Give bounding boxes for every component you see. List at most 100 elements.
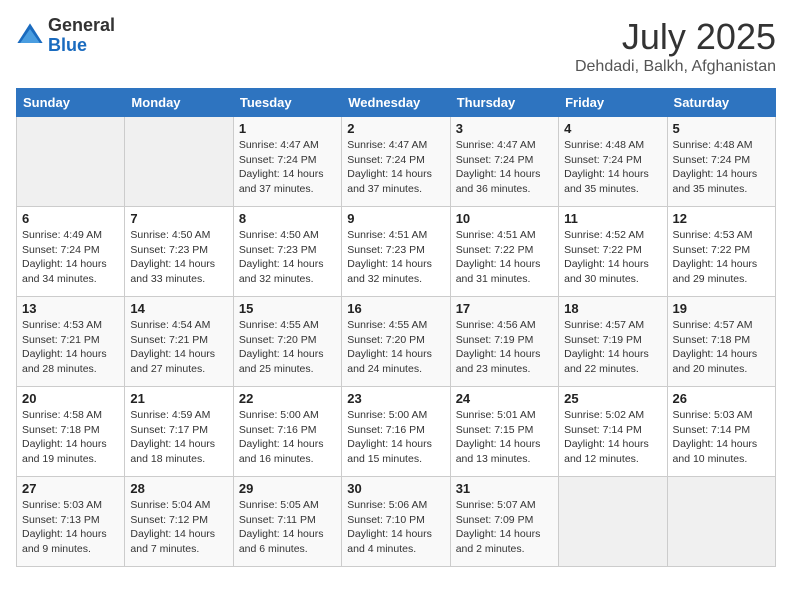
day-number: 20: [22, 391, 119, 406]
day-number: 11: [564, 211, 661, 226]
weekday-header: Tuesday: [233, 89, 341, 117]
logo-blue: Blue: [48, 35, 87, 55]
day-info: Sunrise: 5:01 AM Sunset: 7:15 PM Dayligh…: [456, 408, 553, 467]
day-info: Sunrise: 5:03 AM Sunset: 7:13 PM Dayligh…: [22, 498, 119, 557]
day-info: Sunrise: 4:50 AM Sunset: 7:23 PM Dayligh…: [130, 228, 227, 287]
calendar-cell: 26 Sunrise: 5:03 AM Sunset: 7:14 PM Dayli…: [667, 387, 775, 477]
logo-icon: [16, 22, 44, 50]
weekday-header: Wednesday: [342, 89, 450, 117]
calendar-cell: 15 Sunrise: 4:55 AM Sunset: 7:20 PM Dayli…: [233, 297, 341, 387]
day-info: Sunrise: 4:54 AM Sunset: 7:21 PM Dayligh…: [130, 318, 227, 377]
calendar-cell: 31 Sunrise: 5:07 AM Sunset: 7:09 PM Dayli…: [450, 477, 558, 567]
day-info: Sunrise: 4:56 AM Sunset: 7:19 PM Dayligh…: [456, 318, 553, 377]
calendar-cell: 21Sunrise: 4:59 AM Sunset: 7:17 PM Dayli…: [125, 387, 233, 477]
day-number: 26: [673, 391, 770, 406]
day-number: 15: [239, 301, 336, 316]
calendar-header: SundayMondayTuesdayWednesdayThursdayFrid…: [17, 89, 776, 117]
calendar-body: 1 Sunrise: 4:47 AM Sunset: 7:24 PM Daylig…: [17, 117, 776, 567]
day-number: 1: [239, 121, 336, 136]
day-info: Sunrise: 4:51 AM Sunset: 7:23 PM Dayligh…: [347, 228, 444, 287]
calendar-cell: 27 Sunrise: 5:03 AM Sunset: 7:13 PM Dayli…: [17, 477, 125, 567]
calendar-cell: 13 Sunrise: 4:53 AM Sunset: 7:21 PM Dayli…: [17, 297, 125, 387]
calendar-cell: 7 Sunrise: 4:50 AM Sunset: 7:23 PM Daylig…: [125, 207, 233, 297]
calendar-cell: 30 Sunrise: 5:06 AM Sunset: 7:10 PM Dayli…: [342, 477, 450, 567]
calendar-cell: 5 Sunrise: 4:48 AM Sunset: 7:24 PM Daylig…: [667, 117, 775, 207]
day-info: Sunrise: 4:55 AM Sunset: 7:20 PM Dayligh…: [239, 318, 336, 377]
weekday-header: Saturday: [667, 89, 775, 117]
calendar-week-row: 20 Sunrise: 4:58 AM Sunset: 7:18 PM Dayli…: [17, 387, 776, 477]
day-number: 9: [347, 211, 444, 226]
day-info: Sunrise: 5:00 AM Sunset: 7:16 PM Dayligh…: [347, 408, 444, 467]
calendar-week-row: 13 Sunrise: 4:53 AM Sunset: 7:21 PM Dayli…: [17, 297, 776, 387]
day-number: 8: [239, 211, 336, 226]
calendar-cell: 2Sunrise: 4:47 AM Sunset: 7:24 PM Daylig…: [342, 117, 450, 207]
day-number: 3: [456, 121, 553, 136]
day-info: Sunrise: 4:48 AM Sunset: 7:24 PM Dayligh…: [673, 138, 770, 197]
weekday-header: Friday: [559, 89, 667, 117]
day-info: Sunrise: 5:06 AM Sunset: 7:10 PM Dayligh…: [347, 498, 444, 557]
day-info: Sunrise: 5:07 AM Sunset: 7:09 PM Dayligh…: [456, 498, 553, 557]
calendar-cell: 24 Sunrise: 5:01 AM Sunset: 7:15 PM Dayli…: [450, 387, 558, 477]
calendar-cell: 1Sunrise: 4:47 AM Sunset: 7:24 PM Daylig…: [233, 117, 341, 207]
day-number: 24: [456, 391, 553, 406]
day-info: Sunrise: 4:52 AM Sunset: 7:22 PM Dayligh…: [564, 228, 661, 287]
day-number: 16: [347, 301, 444, 316]
weekday-header: Sunday: [17, 89, 125, 117]
calendar-cell: [17, 117, 125, 207]
day-number: 21: [130, 391, 227, 406]
calendar-cell: 29Sunrise: 5:05 AM Sunset: 7:11 PM Dayli…: [233, 477, 341, 567]
calendar-cell: 4 Sunrise: 4:48 AM Sunset: 7:24 PM Daylig…: [559, 117, 667, 207]
calendar-cell: 23 Sunrise: 5:00 AM Sunset: 7:16 PM Dayli…: [342, 387, 450, 477]
day-info: Sunrise: 4:55 AM Sunset: 7:20 PM Dayligh…: [347, 318, 444, 377]
calendar-cell: 17Sunrise: 4:56 AM Sunset: 7:19 PM Dayli…: [450, 297, 558, 387]
day-number: 4: [564, 121, 661, 136]
day-info: Sunrise: 4:47 AM Sunset: 7:24 PM Dayligh…: [456, 138, 553, 197]
calendar-cell: 8Sunrise: 4:50 AM Sunset: 7:23 PM Daylig…: [233, 207, 341, 297]
calendar-week-row: 27 Sunrise: 5:03 AM Sunset: 7:13 PM Dayli…: [17, 477, 776, 567]
calendar-cell: 14 Sunrise: 4:54 AM Sunset: 7:21 PM Dayli…: [125, 297, 233, 387]
calendar-cell: 12 Sunrise: 4:53 AM Sunset: 7:22 PM Dayli…: [667, 207, 775, 297]
day-info: Sunrise: 4:53 AM Sunset: 7:21 PM Dayligh…: [22, 318, 119, 377]
title-block: July 2025 Dehdadi, Balkh, Afghanistan: [575, 16, 776, 76]
calendar-cell: 22Sunrise: 5:00 AM Sunset: 7:16 PM Dayli…: [233, 387, 341, 477]
day-info: Sunrise: 4:53 AM Sunset: 7:22 PM Dayligh…: [673, 228, 770, 287]
day-number: 13: [22, 301, 119, 316]
calendar-week-row: 6Sunrise: 4:49 AM Sunset: 7:24 PM Daylig…: [17, 207, 776, 297]
header-row: SundayMondayTuesdayWednesdayThursdayFrid…: [17, 89, 776, 117]
calendar-cell: [559, 477, 667, 567]
calendar-cell: 11 Sunrise: 4:52 AM Sunset: 7:22 PM Dayli…: [559, 207, 667, 297]
day-number: 7: [130, 211, 227, 226]
day-info: Sunrise: 5:02 AM Sunset: 7:14 PM Dayligh…: [564, 408, 661, 467]
day-number: 14: [130, 301, 227, 316]
calendar-week-row: 1 Sunrise: 4:47 AM Sunset: 7:24 PM Daylig…: [17, 117, 776, 207]
day-number: 23: [347, 391, 444, 406]
day-number: 5: [673, 121, 770, 136]
logo-general: General: [48, 15, 115, 35]
calendar-title: July 2025: [575, 16, 776, 58]
day-number: 30: [347, 481, 444, 496]
day-number: 25: [564, 391, 661, 406]
calendar-cell: 3 Sunrise: 4:47 AM Sunset: 7:24 PM Daylig…: [450, 117, 558, 207]
calendar-subtitle: Dehdadi, Balkh, Afghanistan: [575, 58, 776, 76]
day-number: 31: [456, 481, 553, 496]
day-number: 12: [673, 211, 770, 226]
day-info: Sunrise: 4:48 AM Sunset: 7:24 PM Dayligh…: [564, 138, 661, 197]
day-number: 27: [22, 481, 119, 496]
day-number: 6: [22, 211, 119, 226]
calendar-cell: 18Sunrise: 4:57 AM Sunset: 7:19 PM Dayli…: [559, 297, 667, 387]
day-number: 29: [239, 481, 336, 496]
day-info: Sunrise: 4:57 AM Sunset: 7:19 PM Dayligh…: [564, 318, 661, 377]
logo: General Blue: [16, 16, 115, 56]
calendar-table: SundayMondayTuesdayWednesdayThursdayFrid…: [16, 88, 776, 567]
day-number: 10: [456, 211, 553, 226]
calendar-cell: 9 Sunrise: 4:51 AM Sunset: 7:23 PM Daylig…: [342, 207, 450, 297]
calendar-cell: 25 Sunrise: 5:02 AM Sunset: 7:14 PM Dayli…: [559, 387, 667, 477]
calendar-cell: 19Sunrise: 4:57 AM Sunset: 7:18 PM Dayli…: [667, 297, 775, 387]
calendar-cell: 10 Sunrise: 4:51 AM Sunset: 7:22 PM Dayli…: [450, 207, 558, 297]
day-number: 19: [673, 301, 770, 316]
day-number: 2: [347, 121, 444, 136]
day-info: Sunrise: 5:03 AM Sunset: 7:14 PM Dayligh…: [673, 408, 770, 467]
day-info: Sunrise: 4:51 AM Sunset: 7:22 PM Dayligh…: [456, 228, 553, 287]
calendar-cell: [667, 477, 775, 567]
day-info: Sunrise: 4:58 AM Sunset: 7:18 PM Dayligh…: [22, 408, 119, 467]
